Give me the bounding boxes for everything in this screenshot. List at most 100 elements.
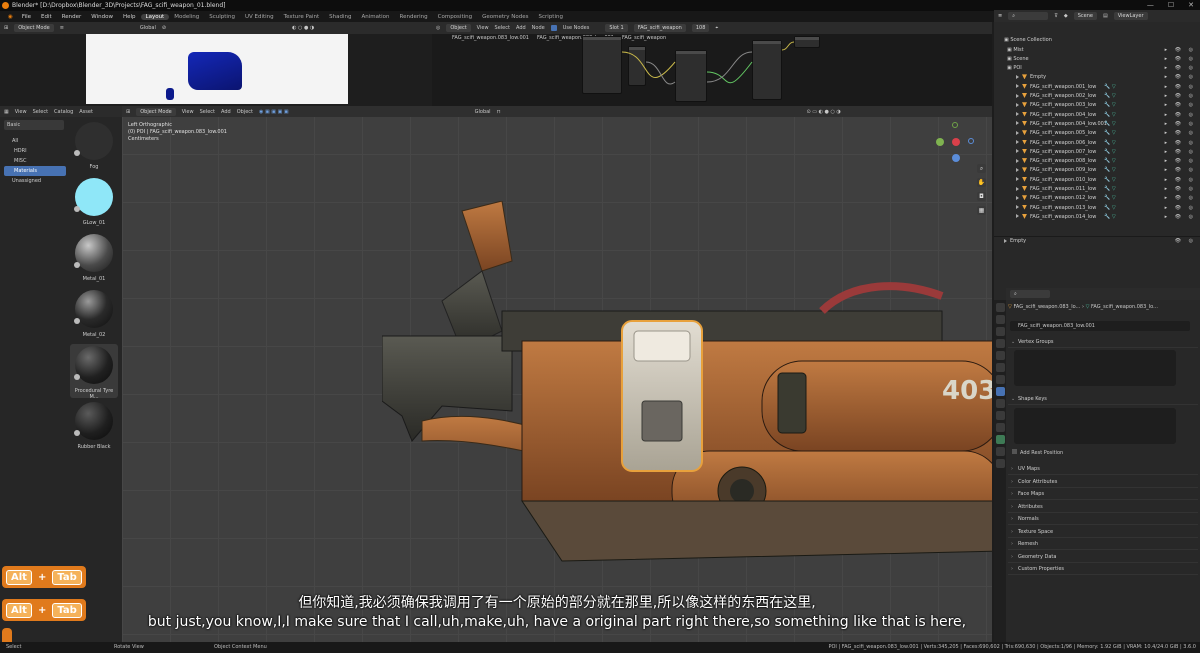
outliner-row[interactable]: FAG_scifi_weapon.012_low 🔧 ▽ ▸ 👁 ◎ [994,194,1200,203]
expand-arrow-icon[interactable] [1016,112,1019,117]
visibility-toggle-icons[interactable]: ▸ 👁 ◎ [1165,92,1196,101]
viewport-editor-icon[interactable]: ⊞ [126,109,130,115]
shading-icons[interactable]: ◐ ○ ● ◑ [292,25,314,31]
modifier-data-icons[interactable]: 🔧 ▽ [1104,111,1116,120]
asset-browser[interactable]: ▦ View Select Catalog Asset Basic All HD… [0,106,122,642]
modifier-data-icons[interactable]: 🔧 ▽ [1104,204,1116,213]
tab-geometry-nodes[interactable]: Geometry Nodes [477,14,533,20]
catalog-all[interactable]: All [4,136,66,146]
outliner-row[interactable]: FAG_scifi_weapon.007_low 🔧 ▽ ▸ 👁 ◎ [994,148,1200,157]
menu-help[interactable]: Help [118,14,141,20]
tab-animation[interactable]: Animation [356,14,394,20]
tab-compositing[interactable]: Compositing [433,14,477,20]
section-normals[interactable]: Normals [1008,513,1198,525]
modifier-data-icons[interactable]: 🔧 ▽ [1104,157,1116,166]
outliner-row[interactable]: ▣ POI ▸ 👁 ◎ [994,64,1200,73]
menu-file[interactable]: File [17,14,36,20]
modifier-data-icons[interactable]: 🔧 ▽ [1104,148,1116,157]
physics-tab-icon[interactable] [995,411,1005,420]
asset-thumbnail[interactable]: Procedural Tyre M... [70,344,118,400]
expand-arrow-icon[interactable] [1016,186,1019,191]
outliner-row[interactable]: FAG_scifi_weapon.013_low 🔧 ▽ ▸ 👁 ◎ [994,204,1200,213]
visibility-toggle-icons[interactable]: ▸ 👁 ◎ [1165,73,1196,82]
visibility-toggle-icons[interactable]: ▸ 👁 ◎ [1165,185,1196,194]
add-rest-position-row[interactable]: Add Rest Position [1012,448,1063,458]
section-geometry-data[interactable]: Geometry Data [1008,551,1198,563]
properties-search[interactable]: ⌕ [1010,290,1050,298]
viewport-transform[interactable]: Global [475,109,491,115]
view-layer-tab-icon[interactable] [995,339,1005,348]
add-rest-position-checkbox[interactable] [1012,449,1017,454]
expand-arrow-icon[interactable] [1016,84,1019,89]
section-vertex-groups[interactable]: Vertex Groups [1008,336,1198,348]
outliner-row[interactable]: Empty 👁 ◎ [994,236,1200,245]
viewlayer-selector[interactable]: ViewLayer [1113,12,1148,20]
outliner-row[interactable]: ▣ Mist ▸ 👁 ◎ [994,46,1200,55]
vertex-groups-list[interactable] [1014,350,1176,386]
shader-node-editor[interactable]: ◎ Object View Select Add Node Use Nodes … [432,22,992,106]
visibility-toggle-icons[interactable]: ▸ 👁 ◎ [1165,194,1196,203]
expand-arrow-icon[interactable] [1016,214,1019,219]
outliner[interactable]: ≣ ⌕ ⊽ ◆ Scene ▤ ViewLayer ▣ Scene Collec… [994,10,1200,288]
menu-render[interactable]: Render [57,14,87,20]
viewport-menu-select[interactable]: Select [200,109,215,115]
mode-dropdown[interactable]: Object Mode [14,24,54,32]
shape-keys-list[interactable] [1014,408,1176,444]
gizmo-neg-y-icon[interactable] [952,154,960,162]
visibility-toggle-icons[interactable]: ▸ 👁 ◎ [1165,111,1196,120]
section-custom-properties[interactable]: Custom Properties [1008,563,1198,575]
visibility-toggle-icons[interactable]: ▸ 👁 ◎ [1165,204,1196,213]
tab-scripting[interactable]: Scripting [534,14,568,20]
overlay-icons[interactable]: ⊙ ▭ ◐ ● ○ ◑ [806,109,840,115]
filter-icon[interactable]: ⊽ [1054,13,1058,19]
constraints-tab-icon[interactable] [995,423,1005,432]
outliner-row[interactable]: FAG_scifi_weapon.010_low 🔧 ▽ ▸ 👁 ◎ [994,176,1200,185]
particles-tab-icon[interactable] [995,399,1005,408]
gizmo-x-icon[interactable] [952,138,960,146]
visibility-toggle-icons[interactable]: ▸ 👁 ◎ [1165,176,1196,185]
editor-type-icon[interactable]: ⊞ [4,25,8,31]
menu-window[interactable]: Window [86,14,118,20]
visibility-toggle-icons[interactable]: ▸ 👁 ◎ [1165,46,1196,55]
tab-rendering[interactable]: Rendering [395,14,433,20]
outliner-row[interactable]: FAG_scifi_weapon.005_low 🔧 ▽ ▸ 👁 ◎ [994,129,1200,138]
zoom-icon[interactable]: ⌕ [977,164,986,173]
outliner-row[interactable]: FAG_scifi_weapon.002_low 🔧 ▽ ▸ 👁 ◎ [994,92,1200,101]
modifier-data-icons[interactable]: 🔧 ▽ [1104,83,1116,92]
data-tab-icon[interactable] [995,435,1005,444]
tool-tab-icon[interactable] [995,303,1005,312]
asset-menu-asset[interactable]: Asset [79,109,93,115]
outliner-row[interactable]: FAG_scifi_weapon.004_low.001 🔧 ▽ ▸ 👁 ◎ [994,120,1200,129]
section-shape-keys[interactable]: Shape Keys [1008,393,1198,405]
modifier-data-icons[interactable]: 🔧 ▽ [1104,139,1116,148]
mesh-data-name-field[interactable]: FAG_scifi_weapon.083_low.001 [1010,321,1190,331]
expand-arrow-icon[interactable] [1016,195,1019,200]
modifier-data-icons[interactable]: 🔧 ▽ [1104,166,1116,175]
expand-arrow-icon[interactable] [1016,158,1019,163]
tab-modeling[interactable]: Modeling [169,14,204,20]
modifier-data-icons[interactable]: 🔧 ▽ [1104,129,1116,138]
expand-arrow-icon[interactable] [1016,93,1019,98]
scene-selector[interactable]: Scene [1073,12,1097,20]
section-face-maps[interactable]: Face Maps [1008,488,1198,500]
main-viewport[interactable]: ⊞ Object Mode View Select Add Object ◉ ▣… [122,106,992,642]
expand-arrow-icon[interactable] [1016,140,1019,144]
asset-library-dropdown[interactable]: Basic [4,120,64,130]
visibility-toggle-icons[interactable]: ▸ 👁 ◎ [1165,129,1196,138]
section-color-attributes[interactable]: Color Attributes [1008,476,1198,488]
visibility-toggle-icons[interactable]: ▸ 👁 ◎ [1165,83,1196,92]
tab-sculpting[interactable]: Sculpting [204,14,240,20]
asset-menu-select[interactable]: Select [33,109,48,115]
navigation-gizmo[interactable] [936,122,976,162]
expand-arrow-icon[interactable] [1016,205,1019,210]
viewport-menu-object[interactable]: Object [237,109,253,115]
section-attributes[interactable]: Attributes [1008,501,1198,513]
visibility-toggle-icons[interactable]: ▸ 👁 ◎ [1165,55,1196,64]
visibility-toggle-icons[interactable]: ▸ 👁 ◎ [1165,120,1196,129]
outliner-row[interactable]: FAG_scifi_weapon.014_low 🔧 ▽ ▸ 👁 ◎ [994,213,1200,222]
asset-menu-catalog[interactable]: Catalog [54,109,73,115]
snap-icon[interactable]: ⊘ [162,25,166,31]
modifier-data-icons[interactable]: 🔧 ▽ [1104,185,1116,194]
outliner-row[interactable]: FAG_scifi_weapon.008_low 🔧 ▽ ▸ 👁 ◎ [994,157,1200,166]
outliner-editor-icon[interactable]: ≣ [998,13,1002,19]
